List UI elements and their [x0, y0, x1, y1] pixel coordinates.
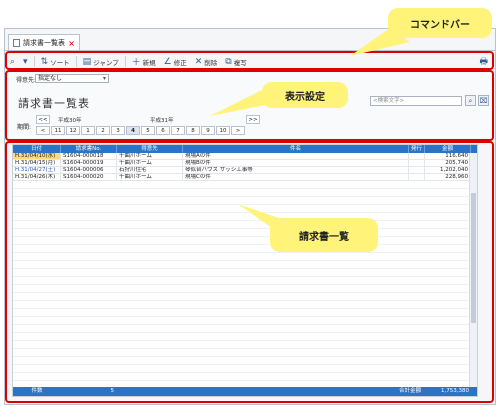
display-settings-callout: 表示設定	[262, 82, 348, 108]
tab-title: 請求書一覧表	[23, 39, 65, 47]
close-icon[interactable]: ×	[68, 39, 75, 48]
tab-invoice-list[interactable]: 請求書一覧表 ×	[8, 34, 80, 51]
invoice-list-highlight	[5, 141, 494, 403]
command-bar-callout: コマンドバー	[388, 8, 492, 38]
invoice-list-callout: 請求書一覧	[270, 218, 378, 252]
display-settings-callout-text: 表示設定	[285, 91, 325, 103]
command-bar-callout-text: コマンドバー	[410, 19, 470, 31]
document-icon	[13, 39, 20, 47]
invoice-list-callout-text: 請求書一覧	[299, 231, 349, 243]
